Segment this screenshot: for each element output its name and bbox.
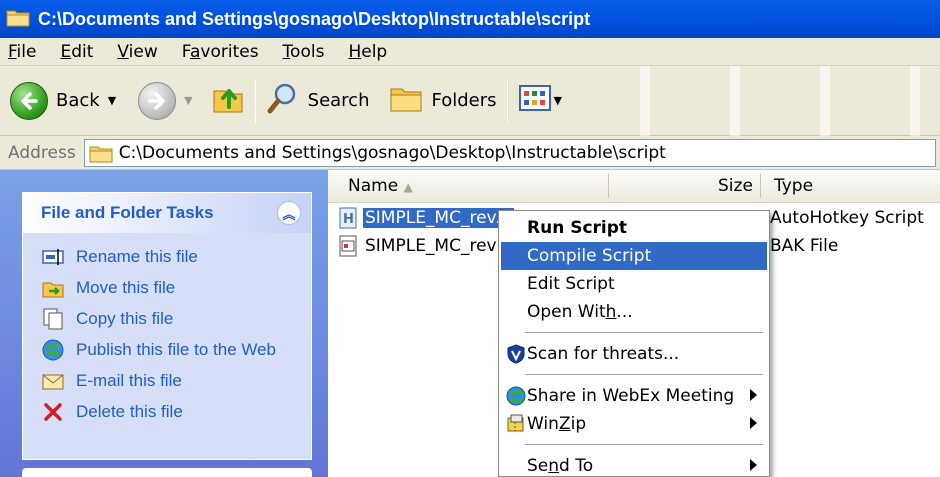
views-grid-icon	[518, 83, 552, 118]
submenu-arrow-icon	[750, 389, 757, 401]
rename-icon	[41, 245, 65, 269]
menu-share-webex[interactable]: Share in WebEx Meeting	[501, 382, 767, 410]
file-type: AutoHotkey Script	[770, 208, 924, 228]
email-icon	[41, 369, 65, 393]
column-name[interactable]: Name ▲	[348, 176, 413, 196]
sort-ascending-icon: ▲	[403, 180, 413, 194]
menu-tools[interactable]: Tools	[283, 42, 325, 62]
task-move[interactable]: Move this file	[41, 272, 311, 303]
menu-file[interactable]: File	[8, 42, 36, 62]
toolbar-separator	[254, 78, 256, 123]
column-divider[interactable]	[608, 174, 609, 198]
svg-text:H: H	[343, 212, 354, 227]
forward-arrow-icon	[138, 81, 177, 120]
winzip-icon	[505, 413, 527, 435]
file-name: SIMPLE_MC_rev...	[363, 208, 514, 228]
back-dropdown-icon[interactable]: ▼	[108, 94, 116, 107]
folders-button[interactable]: Folders	[389, 83, 497, 118]
forward-button[interactable]: ▼	[138, 81, 193, 120]
menu-edit[interactable]: Edit	[60, 42, 93, 62]
file-name: SIMPLE_MC_rev	[365, 236, 497, 256]
folders-icon	[389, 83, 423, 118]
address-input[interactable]: C:\Documents and Settings\gosnago\Deskto…	[83, 138, 936, 167]
back-arrow-icon	[10, 81, 48, 120]
task-email[interactable]: E-mail this file	[41, 365, 311, 396]
task-publish-web[interactable]: Publish this file to the Web	[41, 334, 311, 365]
window-title: C:\Documents and Settings\gosnago\Deskto…	[38, 8, 591, 29]
up-folder-icon	[211, 81, 245, 120]
file-type: BAK File	[770, 236, 839, 256]
folder-icon	[89, 143, 113, 163]
tasks-panel-header[interactable]: File and Folder Tasks ︽	[23, 193, 311, 233]
copy-icon	[41, 307, 65, 331]
views-button[interactable]: ▼	[518, 83, 562, 118]
menu-run-script[interactable]: Run Script	[501, 214, 767, 242]
toolbar: Back ▼ ▼ Search Folders ▼	[0, 66, 940, 136]
menu-winzip[interactable]: Win Zip	[501, 410, 767, 438]
menu-separator	[525, 374, 763, 375]
menu-favorites[interactable]: Favorites	[182, 42, 259, 62]
publish-web-icon	[41, 338, 65, 362]
toolbar-background	[600, 66, 940, 136]
bak-file-icon	[338, 235, 358, 257]
address-label: Address	[8, 142, 76, 163]
webex-globe-icon	[505, 385, 527, 407]
task-list: Rename this file Move this file Copy thi…	[23, 233, 311, 427]
address-bar: Address C:\Documents and Settings\gosnag…	[0, 136, 940, 170]
column-size[interactable]: Size	[718, 176, 753, 196]
task-rename[interactable]: Rename this file	[41, 241, 311, 272]
menu-separator	[525, 332, 763, 333]
file-folder-tasks-panel: File and Folder Tasks ︽ Rename this file…	[22, 192, 312, 460]
tasks-panel-title: File and Folder Tasks	[41, 203, 214, 222]
address-path: C:\Documents and Settings\gosnago\Deskto…	[118, 142, 666, 163]
column-headers: Name ▲ Size Type	[328, 170, 940, 203]
views-dropdown-icon[interactable]: ▼	[554, 94, 562, 107]
ahk-script-icon: H	[338, 207, 358, 229]
move-icon	[41, 276, 65, 300]
submenu-arrow-icon	[750, 459, 757, 471]
menu-edit-script[interactable]: Edit Script	[501, 270, 767, 298]
column-divider[interactable]	[760, 174, 761, 198]
task-pane: File and Folder Tasks ︽ Rename this file…	[0, 170, 328, 477]
collapse-chevron-icon[interactable]: ︽	[277, 201, 301, 225]
menu-compile-script[interactable]: Compile Script	[501, 242, 767, 270]
up-folder-button[interactable]	[211, 81, 245, 120]
context-menu: Run Script Compile Script Edit Script Op…	[498, 210, 770, 477]
shield-icon	[505, 343, 527, 365]
forward-dropdown-icon[interactable]: ▼	[184, 94, 192, 107]
back-button[interactable]: Back ▼	[10, 81, 116, 120]
menu-bar: File Edit View Favorites Tools Help	[0, 38, 940, 66]
menu-open-with[interactable]: Open Wit h...	[501, 298, 767, 326]
task-copy[interactable]: Copy this file	[41, 303, 311, 334]
toolbar-separator	[506, 78, 508, 123]
task-delete[interactable]: Delete this file	[41, 396, 311, 427]
delete-icon	[41, 400, 65, 424]
menu-scan-threats[interactable]: Scan for threats...	[501, 340, 767, 368]
title-bar[interactable]: C:\Documents and Settings\gosnago\Deskto…	[0, 0, 940, 38]
submenu-arrow-icon	[750, 417, 757, 429]
search-icon	[266, 81, 300, 120]
menu-view[interactable]: View	[117, 42, 157, 62]
column-type[interactable]: Type	[774, 176, 813, 196]
menu-send-to[interactable]: Se n d To	[501, 452, 767, 477]
second-tasks-panel[interactable]	[22, 468, 312, 477]
folder-icon	[6, 7, 30, 32]
menu-separator	[525, 444, 763, 445]
menu-help[interactable]: Help	[348, 42, 387, 62]
search-button[interactable]: Search	[266, 81, 369, 120]
